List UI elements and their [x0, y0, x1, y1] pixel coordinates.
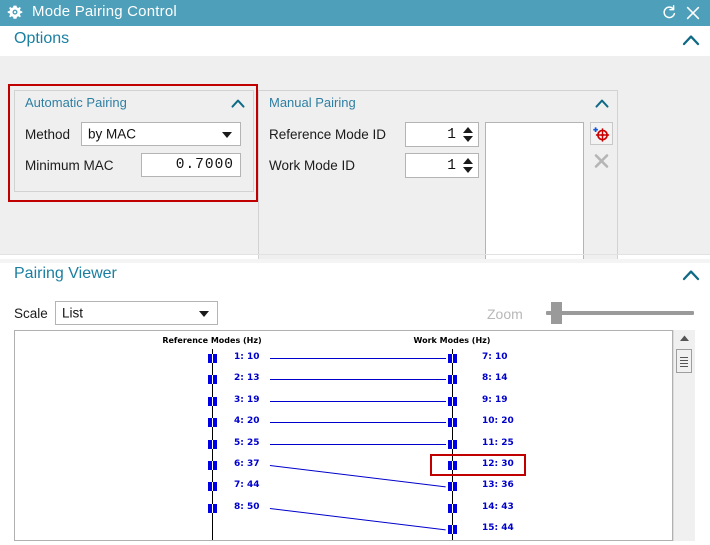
- delete-pair-x-icon: [594, 154, 609, 168]
- reference-mode-label-5: 5: 25: [234, 437, 260, 448]
- node-notch: [452, 396, 453, 406]
- pairing-viewer-header: Pairing Viewer: [0, 263, 710, 293]
- gear-icon: [7, 5, 23, 19]
- minimum-mac-input[interactable]: 0.7000: [141, 153, 241, 177]
- node-notch: [212, 461, 213, 470]
- reference-mode-id-label: Reference Mode ID: [269, 127, 387, 142]
- work-modes-header: Work Modes (Hz): [413, 336, 491, 345]
- method-value: by MAC: [88, 126, 137, 142]
- close-icon[interactable]: [684, 4, 702, 22]
- options-title: Options: [14, 30, 70, 47]
- pairing-link-4-to-10: [270, 422, 446, 424]
- reference-mode-id-value: 1: [447, 126, 456, 143]
- reference-mode-id-stepper[interactable]: 1: [405, 122, 479, 147]
- manual-pairing-group: Manual Pairing Reference Mode ID 1 Work …: [258, 90, 618, 272]
- stepper-down-arrow-icon[interactable]: [463, 136, 473, 142]
- reference-mode-label-8: 8: 50: [234, 501, 260, 512]
- scale-label: Scale: [14, 306, 48, 321]
- work-mode-label-11: 11: 25: [482, 437, 514, 448]
- work-mode-label-9: 9: 19: [482, 394, 508, 405]
- node-notch: [452, 354, 453, 363]
- delete-pair-button[interactable]: [590, 149, 613, 172]
- panel-divider: [0, 254, 710, 255]
- pairing-diagram-canvas[interactable]: Reference Modes (Hz) Work Modes (Hz) 1: …: [14, 330, 673, 541]
- pairing-viewer-collapse-chevron-up-icon[interactable]: [682, 268, 700, 282]
- options-collapse-chevron-up-icon[interactable]: [682, 33, 700, 47]
- node-notch: [452, 503, 453, 513]
- method-combobox[interactable]: by MAC: [81, 122, 241, 146]
- reference-mode-label-6: 6: 37: [234, 459, 260, 469]
- node-notch: [212, 354, 213, 363]
- viewer-vertical-scrollbar[interactable]: [673, 330, 695, 541]
- window-title: Mode Pairing Control: [32, 3, 177, 20]
- options-panel: Options Automatic Pairing Method by MAC …: [0, 26, 710, 272]
- work-mode-label-8: 8: 14: [482, 373, 508, 384]
- chevron-down-icon: [199, 311, 209, 317]
- mode-pairing-control-window: Mode Pairing Control Options Automatic P…: [0, 0, 710, 545]
- work-mode-id-stepper[interactable]: 1: [405, 153, 479, 178]
- node-notch: [212, 439, 213, 449]
- scroll-up-button[interactable]: [674, 330, 695, 347]
- automatic-pairing-title: Automatic Pairing: [25, 95, 127, 110]
- add-pair-button[interactable]: [590, 122, 613, 145]
- reference-mode-label-1: 1: 10: [234, 352, 260, 362]
- reset-icon[interactable]: [660, 4, 678, 22]
- zoom-slider-track[interactable]: [546, 311, 694, 315]
- pairs-listbox[interactable]: [485, 122, 584, 268]
- work-mode-label-15: 15: 44: [482, 523, 514, 534]
- zoom-slider-thumb[interactable]: [551, 302, 562, 324]
- node-notch: [212, 375, 213, 385]
- pairing-link-3-to-9: [270, 400, 446, 402]
- work-mode-label-10: 10: 20: [482, 416, 514, 427]
- reference-mode-label-2: 2: 13: [234, 373, 260, 384]
- pairing-link-1-to-7: [270, 358, 446, 359]
- node-notch: [452, 375, 453, 385]
- minimum-mac-label: Minimum MAC: [25, 158, 114, 173]
- method-label: Method: [25, 127, 71, 142]
- scroll-up-arrow-icon: [680, 335, 689, 341]
- options-panel-body: Automatic Pairing Method by MAC Minimum …: [0, 56, 710, 272]
- work-mode-label-14: 14: 43: [482, 501, 514, 512]
- scroll-thumb[interactable]: [676, 349, 692, 373]
- work-mode-id-label: Work Mode ID: [269, 158, 356, 173]
- reference-mode-label-7: 7: 44: [234, 480, 260, 491]
- scale-value: List: [62, 305, 84, 321]
- automatic-pairing-collapse-chevron-up-icon[interactable]: [231, 98, 245, 109]
- automatic-pairing-group: Automatic Pairing Method by MAC Minimum …: [14, 90, 254, 192]
- pairing-link-5-to-11: [270, 443, 446, 445]
- reference-modes-header: Reference Modes (Hz): [162, 336, 262, 345]
- add-pair-crosshair-icon: [593, 127, 610, 142]
- chevron-down-icon: [222, 132, 232, 138]
- manual-pairing-title: Manual Pairing: [269, 95, 356, 110]
- node-notch: [452, 482, 453, 492]
- node-notch: [212, 396, 213, 406]
- node-notch: [212, 503, 213, 513]
- options-panel-header: Options: [0, 26, 710, 56]
- pairing-viewer-title: Pairing Viewer: [14, 265, 117, 282]
- node-notch: [452, 439, 453, 449]
- stepper-up-arrow-icon[interactable]: [463, 158, 473, 164]
- reference-mode-label-3: 3: 19: [234, 394, 260, 405]
- zoom-label: Zoom: [487, 306, 523, 322]
- pairing-link-2-to-8: [270, 379, 446, 381]
- pairing-link-8-to-15: [269, 507, 446, 531]
- node-notch: [452, 525, 453, 535]
- work-mode-label-13: 13: 36: [482, 480, 514, 491]
- node-notch: [212, 482, 213, 492]
- work-mode-label-7: 7: 10: [482, 352, 508, 362]
- node-notch: [452, 461, 453, 470]
- manual-pairing-collapse-chevron-up-icon[interactable]: [595, 98, 609, 109]
- node-notch: [452, 418, 453, 428]
- stepper-down-arrow-icon[interactable]: [463, 167, 473, 173]
- work-mode-id-value: 1: [447, 157, 456, 174]
- pairing-link-6-to-13: [269, 465, 446, 488]
- node-notch: [212, 418, 213, 428]
- stepper-up-arrow-icon[interactable]: [463, 127, 473, 133]
- reference-mode-label-4: 4: 20: [234, 416, 260, 427]
- work-mode-label-12: 12: 30: [482, 459, 514, 469]
- pairing-viewer-panel: Pairing Viewer Scale List Zoom Reference…: [0, 263, 710, 545]
- minimum-mac-value: 0.7000: [175, 157, 234, 173]
- title-bar: Mode Pairing Control: [0, 0, 710, 26]
- scale-combobox[interactable]: List: [55, 301, 218, 325]
